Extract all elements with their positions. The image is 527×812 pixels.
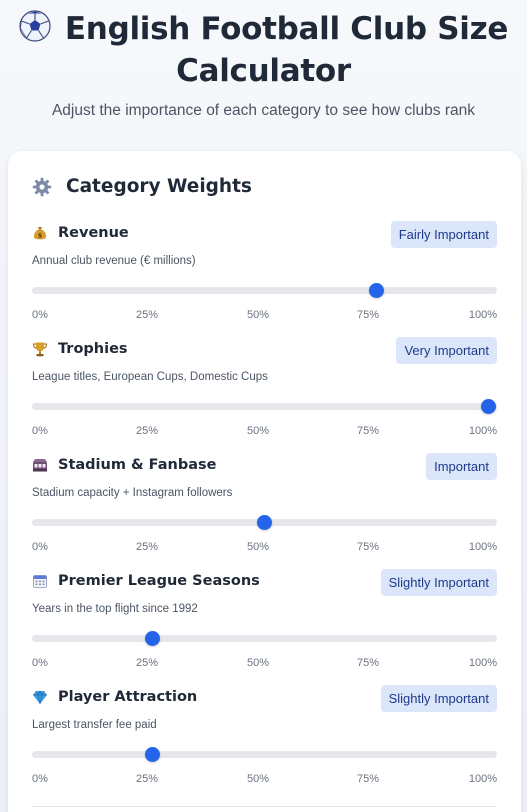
player-attraction-weight-slider[interactable] bbox=[32, 747, 497, 762]
soccer-ball-icon bbox=[19, 10, 51, 42]
slider-tick-labels: 0% 25% 50% 75% 100% bbox=[32, 657, 497, 669]
category-description: Largest transfer fee paid bbox=[32, 719, 157, 731]
card-title: Category Weights bbox=[32, 176, 252, 197]
money-bag-icon: $ bbox=[33, 227, 47, 240]
category-description: Stadium capacity + Instagram followers bbox=[32, 487, 233, 499]
title-line-1: English Football Club Size bbox=[64, 11, 509, 47]
category-premier-league-seasons: Premier League Seasons Slightly Importan… bbox=[32, 569, 497, 673]
importance-badge: Very Important bbox=[396, 337, 497, 364]
category-label: Player Attraction bbox=[32, 689, 197, 705]
category-label: Trophies bbox=[32, 341, 128, 357]
section-divider bbox=[32, 806, 497, 807]
slider-tick-labels: 0% 25% 50% 75% 100% bbox=[32, 425, 497, 437]
category-label: $ Revenue bbox=[32, 225, 129, 241]
importance-badge: Slightly Important bbox=[380, 569, 497, 596]
importance-badge: Fairly Important bbox=[390, 221, 497, 248]
category-description: Annual club revenue (€ millions) bbox=[32, 255, 196, 267]
stadium-fanbase-weight-slider[interactable] bbox=[32, 515, 497, 530]
category-stadium-fanbase: Stadium & Fanbase Important Stadium capa… bbox=[32, 453, 497, 557]
trophies-weight-slider[interactable] bbox=[32, 399, 497, 414]
category-description: Years in the top flight since 1992 bbox=[32, 603, 198, 615]
trophy-icon bbox=[32, 342, 48, 357]
gear-icon bbox=[32, 177, 52, 196]
stadium-icon bbox=[33, 459, 47, 472]
slider-tick-labels: 0% 25% 50% 75% 100% bbox=[32, 541, 497, 553]
category-trophies: Trophies Very Important League titles, E… bbox=[32, 337, 497, 441]
revenue-weight-slider[interactable] bbox=[32, 283, 497, 298]
category-description: League titles, European Cups, Domestic C… bbox=[32, 371, 268, 383]
slider-thumb[interactable] bbox=[145, 631, 161, 646]
category-label: Stadium & Fanbase bbox=[32, 457, 216, 473]
importance-badge: Important bbox=[426, 453, 497, 480]
gem-icon bbox=[33, 690, 47, 705]
slider-tick-labels: 0% 25% 50% 75% 100% bbox=[32, 773, 497, 785]
page-header: English Football Club Size Calculator Ad… bbox=[0, 0, 527, 120]
importance-badge: Slightly Important bbox=[380, 685, 497, 712]
card-title-text: Category Weights bbox=[66, 176, 252, 197]
slider-thumb[interactable] bbox=[480, 399, 496, 414]
page-subtitle: Adjust the importance of each category t… bbox=[51, 102, 476, 119]
category-player-attraction: Player Attraction Slightly Important Lar… bbox=[32, 685, 497, 789]
slider-thumb[interactable] bbox=[368, 283, 384, 298]
category-revenue: $ Revenue Fairly Important Annual club r… bbox=[32, 221, 497, 325]
title-line-2: Calculator bbox=[176, 53, 351, 89]
category-label: Premier League Seasons bbox=[32, 573, 260, 589]
category-weights-card: Category Weights $ Revenue Fairly Import… bbox=[8, 151, 521, 812]
slider-thumb[interactable] bbox=[257, 515, 272, 530]
svg-text:$: $ bbox=[38, 232, 43, 240]
premier-league-seasons-weight-slider[interactable] bbox=[32, 631, 497, 646]
slider-tick-labels: 0% 25% 50% 75% 100% bbox=[32, 309, 497, 321]
slider-thumb[interactable] bbox=[145, 747, 161, 762]
page-title: English Football Club Size Calculator bbox=[0, 8, 527, 92]
calendar-icon bbox=[33, 575, 47, 588]
